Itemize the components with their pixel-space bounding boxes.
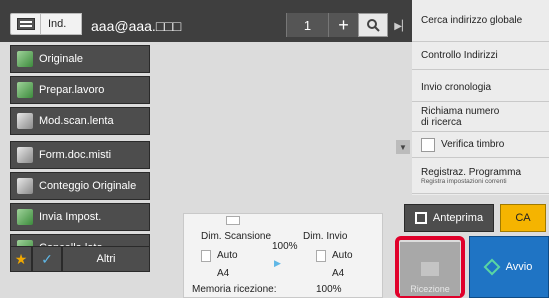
paper-icon [201, 250, 211, 262]
ricezione-button[interactable]: Ricezione [400, 242, 460, 296]
keyboard-button[interactable] [10, 13, 42, 35]
star-icon: ★ [14, 250, 28, 267]
search-button[interactable] [358, 13, 388, 37]
paper-icon [316, 250, 326, 262]
controllo-indirizzi-item[interactable]: Controllo Indirizzi [412, 42, 549, 70]
menu-invia-impost[interactable]: Invia Impost. [10, 203, 150, 231]
invio-cronologia-item[interactable]: Invio cronologia [412, 74, 549, 102]
richiama-numero-item[interactable]: Richiama numero di ricerca [412, 102, 549, 132]
menu-form-doc-misti[interactable]: Form.doc.misti [10, 141, 150, 169]
anteprima-button[interactable]: Anteprima [404, 204, 494, 232]
send-size-value: A4 [332, 268, 345, 279]
scan-info-panel: Dim. Scansione Auto A4 100% ▶ Dim. Invio… [183, 213, 383, 298]
cerca-indirizzo-globale-item[interactable]: Cerca indirizzo globale [412, 0, 549, 42]
destination-count: 1 [286, 13, 328, 37]
scanner-icon [226, 216, 240, 225]
start-diamond-icon [483, 258, 501, 276]
verifica-timbro-item[interactable]: Verifica timbro [412, 132, 549, 158]
verifica-timbro-checkbox[interactable] [421, 137, 435, 152]
scan-size-value: A4 [217, 268, 230, 279]
menu-mod-scan-lenta[interactable]: Mod.scan.lenta [10, 107, 150, 135]
scroll-down-icon[interactable]: ▼ [396, 140, 410, 154]
keyboard-icon [17, 18, 35, 30]
menu-prepar-lavoro[interactable]: Prepar.lavoro [10, 76, 150, 104]
send-mode-value: Auto [332, 250, 353, 261]
original-document-icon [17, 51, 33, 67]
menu-originale[interactable]: Originale [10, 45, 150, 73]
check-button[interactable]: ✓ [32, 246, 62, 272]
job-prep-icon [17, 82, 33, 98]
ratio-value: 100% [272, 241, 298, 252]
preview-icon [414, 212, 427, 224]
menu-conteggio-originale[interactable]: Conteggio Originale [10, 172, 150, 200]
search-icon [367, 19, 380, 32]
send-size-label: Dim. Invio [303, 231, 348, 242]
checkmark-icon: ✓ [41, 250, 53, 267]
arrow-right-icon: ▶ [274, 258, 281, 268]
mixed-size-icon [17, 147, 33, 163]
avvio-button[interactable]: Avvio [469, 236, 549, 298]
scan-size-label: Dim. Scansione [201, 231, 272, 242]
original-count-icon [17, 178, 33, 194]
send-settings-icon [17, 209, 33, 225]
altri-button[interactable]: Altri [62, 246, 150, 272]
add-destination-button[interactable]: + [328, 13, 358, 37]
memory-label: Memoria ricezione: [192, 284, 277, 295]
address-field[interactable]: aaa@aaa.□□□ [85, 13, 285, 39]
address-type-button[interactable]: Ind. [40, 13, 82, 35]
expand-panel-icon[interactable]: ▶▏ [394, 16, 410, 36]
right-menu: Cerca indirizzo globale Controllo Indiri… [412, 0, 549, 195]
registraz-programma-item[interactable]: Registraz. Programma Registra impostazion… [412, 158, 549, 194]
scan-mode-value: Auto [217, 250, 238, 261]
ca-button[interactable]: CA [500, 204, 546, 232]
slow-scan-icon [17, 113, 33, 129]
receive-icon [421, 262, 439, 276]
favorite-star-button[interactable]: ★ [10, 246, 32, 272]
memory-value: 100% [316, 284, 342, 295]
